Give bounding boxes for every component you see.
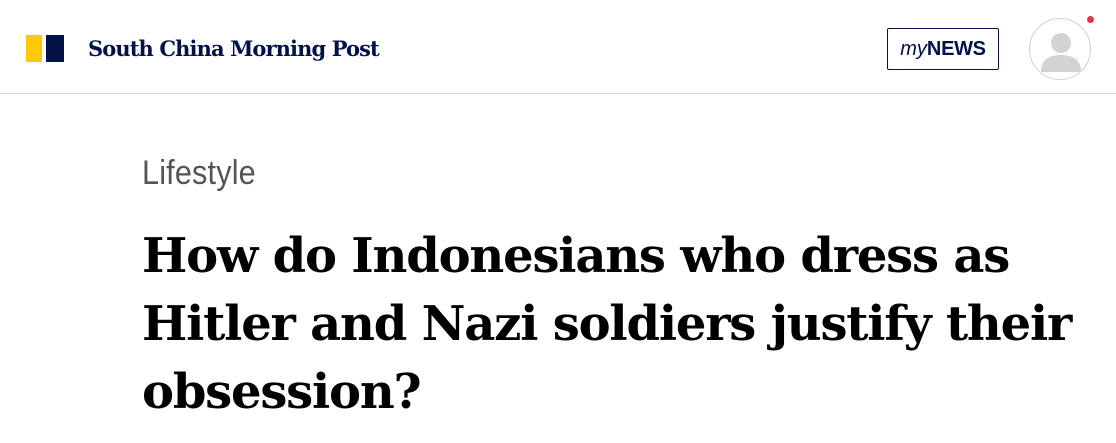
scmp-logo-icon (26, 35, 64, 62)
site-name: South China Morning Post (88, 36, 380, 61)
logo-navy-block (46, 35, 64, 62)
mynews-button[interactable]: my NEWS (887, 28, 999, 70)
article-section-label[interactable]: Lifestyle (142, 154, 256, 193)
article-headline: How do Indonesians who dress as Hitler a… (142, 228, 1072, 420)
notification-dot (1087, 16, 1094, 23)
logo-yellow-block (26, 35, 42, 62)
site-header: South China Morning Post my NEWS (0, 0, 1116, 94)
mynews-prefix: my (900, 37, 927, 60)
user-avatar-button[interactable] (1029, 18, 1091, 80)
mynews-suffix: NEWS (926, 37, 986, 60)
scmp-logo-link[interactable]: South China Morning Post (26, 35, 380, 62)
user-avatar-icon (1041, 33, 1081, 72)
